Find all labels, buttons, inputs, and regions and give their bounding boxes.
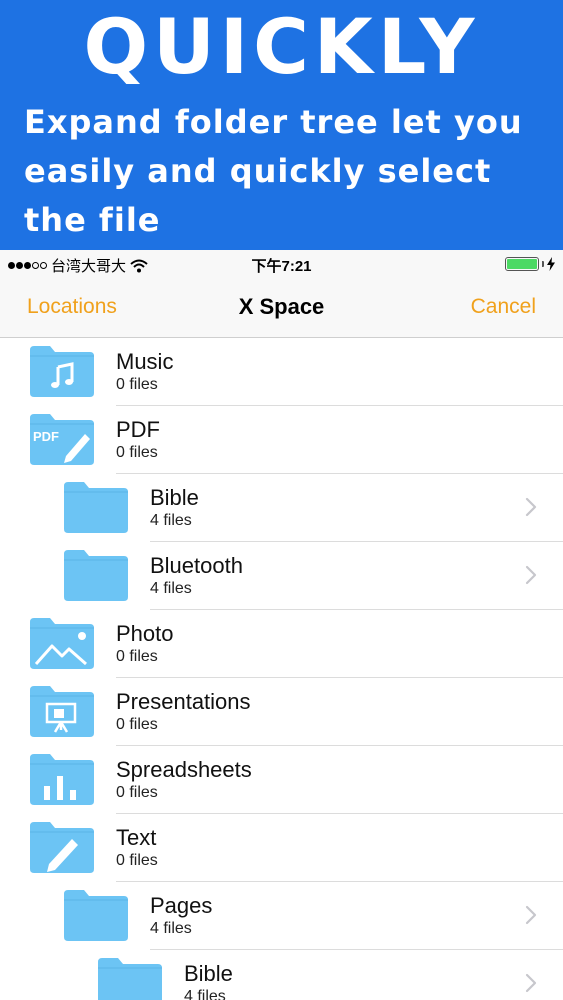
chevron-right-icon[interactable] xyxy=(524,905,538,925)
banner-subtitle-line: the file xyxy=(24,201,161,239)
charging-bolt-icon xyxy=(547,257,555,271)
folder-name: Music xyxy=(116,349,174,374)
navigation-bar: Locations X Space Cancel xyxy=(0,278,563,338)
chevron-right-icon[interactable] xyxy=(524,497,538,517)
file-count: 4 files xyxy=(150,512,192,529)
folder-icon xyxy=(64,550,128,601)
file-count: 0 files xyxy=(116,444,158,461)
folder-row-spreadsheets[interactable]: Spreadsheets 0 files xyxy=(0,746,563,814)
svg-text:PDF: PDF xyxy=(33,429,59,444)
file-count: 0 files xyxy=(116,716,158,733)
folder-name: Pages xyxy=(150,893,213,918)
folder-name: Photo xyxy=(116,621,174,646)
file-count: 4 files xyxy=(150,580,192,597)
text-folder-icon xyxy=(30,822,94,873)
battery-level xyxy=(507,259,537,269)
folder-name: PDF xyxy=(116,417,160,442)
banner-title: QUICKLY xyxy=(83,2,480,91)
folder-row-bible[interactable]: Bible 4 files xyxy=(0,474,563,542)
banner-subtitle-line: easily and quickly select xyxy=(24,152,492,190)
folder-row-bible[interactable]: Bible 4 files xyxy=(0,950,563,1000)
folder-name: Spreadsheets xyxy=(116,757,252,782)
status-bar: 台湾大哥大 下午7:21 xyxy=(0,250,563,278)
folder-name: Bible xyxy=(184,961,233,986)
file-count: 0 files xyxy=(116,784,158,801)
chevron-right-icon[interactable] xyxy=(524,565,538,585)
folder-name: Text xyxy=(116,825,157,850)
folder-name: Bible xyxy=(150,485,199,510)
photo-folder-icon xyxy=(30,618,94,669)
spreadsheet-folder-icon xyxy=(30,754,94,805)
folder-row-pdf[interactable]: PDF PDF 0 files xyxy=(0,406,563,474)
status-time: 下午7:21 xyxy=(251,258,312,275)
folder-name: Presentations xyxy=(116,689,251,714)
folder-row-photo[interactable]: Photo 0 files xyxy=(0,610,563,678)
file-count: 4 files xyxy=(184,988,226,1000)
battery-icon xyxy=(505,257,539,271)
music-folder-icon xyxy=(30,346,94,397)
banner-subtitle: Expand folder tree let you easily and qu… xyxy=(24,98,554,245)
folder-row-presentations[interactable]: Presentations 0 files xyxy=(0,678,563,746)
presentation-folder-icon xyxy=(30,686,94,737)
folder-tree-list: Music 0 files PDF PDF 0 files Bible 4 files Blu… xyxy=(0,338,563,1000)
folder-row-music[interactable]: Music 0 files xyxy=(0,338,563,406)
folder-row-bluetooth[interactable]: Bluetooth 4 files xyxy=(0,542,563,610)
promo-banner: QUICKLY Expand folder tree let you easil… xyxy=(0,0,563,250)
pdf-folder-icon: PDF xyxy=(30,414,94,465)
status-bar-right xyxy=(505,257,555,271)
cancel-button[interactable]: Cancel xyxy=(471,295,536,319)
folder-icon xyxy=(64,482,128,533)
folder-icon xyxy=(64,890,128,941)
banner-subtitle-line: Expand folder tree let you xyxy=(24,103,523,141)
chevron-right-icon[interactable] xyxy=(524,973,538,993)
folder-row-text[interactable]: Text 0 files xyxy=(0,814,563,882)
file-count: 0 files xyxy=(116,376,158,393)
folder-name: Bluetooth xyxy=(150,553,243,578)
file-count: 0 files xyxy=(116,852,158,869)
folder-row-pages[interactable]: Pages 4 files xyxy=(0,882,563,950)
file-count: 0 files xyxy=(116,648,158,665)
folder-icon xyxy=(98,958,162,1000)
file-count: 4 files xyxy=(150,920,192,937)
